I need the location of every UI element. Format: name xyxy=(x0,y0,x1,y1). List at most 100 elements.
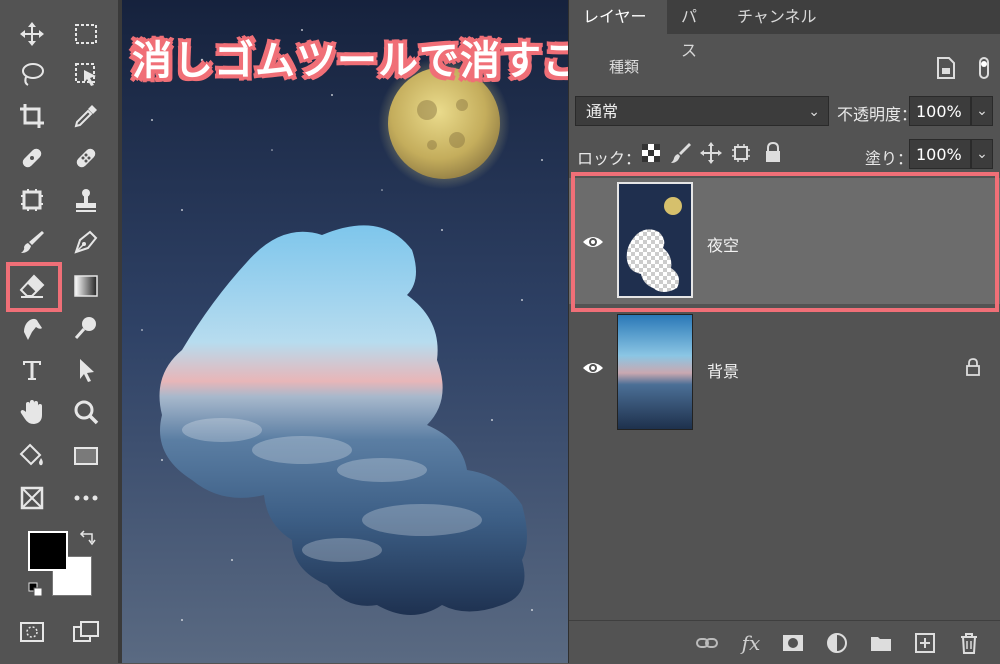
move-tool[interactable] xyxy=(14,18,50,50)
opacity-label: 不透明度： xyxy=(837,105,918,124)
swap-colors-icon[interactable] xyxy=(78,530,96,548)
object-select-icon xyxy=(75,63,96,86)
path-select-tool[interactable] xyxy=(68,354,104,386)
chevron-down-icon: ⌄ xyxy=(976,103,988,119)
smudge-tool[interactable] xyxy=(14,312,50,344)
eyedropper-tool[interactable] xyxy=(68,100,104,132)
screen-mode-icon xyxy=(73,621,99,642)
opacity-dropdown[interactable]: ⌄ xyxy=(971,96,993,126)
eye-icon[interactable] xyxy=(581,356,605,380)
gradient-tool[interactable] xyxy=(68,270,104,302)
more-icon xyxy=(74,495,98,501)
brush-tool[interactable] xyxy=(14,226,50,258)
new-layer-button[interactable] xyxy=(911,629,939,657)
frame-x-icon xyxy=(20,486,44,510)
lock-label: ロック： xyxy=(577,149,642,168)
eyedropper-icon xyxy=(74,105,97,128)
chevron-down-icon: ⌄ xyxy=(976,146,988,162)
filter-toggle-icon[interactable] xyxy=(977,56,991,80)
document-canvas[interactable] xyxy=(122,0,568,663)
layer-thumbnail-image xyxy=(618,315,692,429)
paint-bucket-icon xyxy=(19,443,43,466)
foreground-color-swatch[interactable] xyxy=(28,531,68,571)
canvas-image xyxy=(122,0,568,663)
frame-tool[interactable] xyxy=(14,184,50,216)
link-layers-button[interactable] xyxy=(693,629,721,657)
crop-icon xyxy=(20,104,44,128)
adjustment-icon xyxy=(827,633,847,653)
frame-x-tool[interactable] xyxy=(14,482,50,514)
lock-all-icon[interactable] xyxy=(763,141,783,165)
gradient-icon xyxy=(74,275,98,297)
patch-tool[interactable] xyxy=(68,142,104,174)
hand-icon xyxy=(20,400,42,424)
fill-dropdown[interactable]: ⌄ xyxy=(971,139,993,169)
screen-mode-button[interactable] xyxy=(68,616,104,648)
blend-mode-value: 通常 xyxy=(586,102,619,121)
folder-icon xyxy=(871,637,891,651)
object-select-tool[interactable] xyxy=(68,58,104,90)
path-select-icon xyxy=(80,359,94,382)
layer-name[interactable]: 背景 xyxy=(707,358,739,382)
zoom-icon xyxy=(74,400,99,425)
more-tools[interactable] xyxy=(68,482,104,514)
blend-mode-select[interactable]: 通常 ⌄ xyxy=(575,96,829,126)
pen-tool[interactable] xyxy=(68,226,104,258)
layer-highlight xyxy=(571,172,999,312)
tab-channels[interactable]: チャンネル xyxy=(723,0,843,34)
quick-mask-button[interactable] xyxy=(14,616,50,648)
panel-tabs: レイヤー パス チャンネル xyxy=(569,0,1000,60)
lock-transparent-icon[interactable] xyxy=(641,143,661,163)
type-icon xyxy=(23,361,41,380)
add-mask-button[interactable] xyxy=(779,629,807,657)
dodge-tool[interactable] xyxy=(68,312,104,344)
trash-icon xyxy=(961,633,977,654)
type-tool[interactable] xyxy=(14,354,50,386)
smudge-icon xyxy=(24,318,42,340)
patch-icon xyxy=(76,148,96,168)
kind-label: 種類 xyxy=(609,58,640,76)
tab-paths[interactable]: パス xyxy=(667,0,723,60)
toolbar xyxy=(0,0,118,663)
zoom-tool[interactable] xyxy=(68,396,104,428)
eraser-highlight xyxy=(6,262,62,312)
fill-input[interactable]: 100% xyxy=(909,139,971,169)
lasso-tool[interactable] xyxy=(14,58,50,90)
link-icon xyxy=(696,638,718,648)
fill-label: 塗り： xyxy=(865,149,914,168)
layer-thumbnail[interactable] xyxy=(617,314,693,430)
layers-bottom-bar: fx xyxy=(569,620,1000,664)
layers-panel: レイヤー パス チャンネル 種類 通常 ⌄ 不透明度： 100% ⌄ ロック： … xyxy=(568,0,1000,664)
paint-bucket-tool[interactable] xyxy=(14,440,50,472)
opacity-input[interactable]: 100% xyxy=(909,96,971,126)
healing-tool[interactable] xyxy=(14,142,50,174)
lasso-icon xyxy=(22,63,44,86)
lock-pixels-icon[interactable] xyxy=(669,141,693,165)
rectangle-tool[interactable] xyxy=(68,440,104,472)
move-icon xyxy=(20,22,44,46)
layer-row[interactable]: 背景 xyxy=(569,310,1000,436)
quick-mask-icon xyxy=(20,622,44,642)
new-layer-icon xyxy=(915,633,935,653)
lock-position-icon[interactable] xyxy=(699,141,723,165)
tab-layers[interactable]: レイヤー xyxy=(569,0,667,34)
new-group-button[interactable] xyxy=(867,629,895,657)
pen-icon xyxy=(74,230,98,254)
fx-icon: fx xyxy=(741,631,761,655)
default-colors-icon[interactable] xyxy=(28,582,44,598)
delete-layer-button[interactable] xyxy=(955,629,983,657)
fx-button[interactable]: fx xyxy=(737,629,765,657)
hand-tool[interactable] xyxy=(14,396,50,428)
stamp-tool[interactable] xyxy=(68,184,104,216)
stamp-icon xyxy=(76,189,96,212)
dodge-icon xyxy=(74,317,96,339)
rectangle-icon xyxy=(74,447,98,465)
smart-object-filter-icon[interactable] xyxy=(935,56,957,80)
adjustment-layer-button[interactable] xyxy=(823,629,851,657)
crop-tool[interactable] xyxy=(14,100,50,132)
marquee-tool[interactable] xyxy=(68,18,104,50)
lock-artboard-icon[interactable] xyxy=(729,141,753,165)
healing-icon xyxy=(22,148,42,168)
frame-icon xyxy=(21,189,43,211)
chevron-down-icon: ⌄ xyxy=(808,104,820,120)
